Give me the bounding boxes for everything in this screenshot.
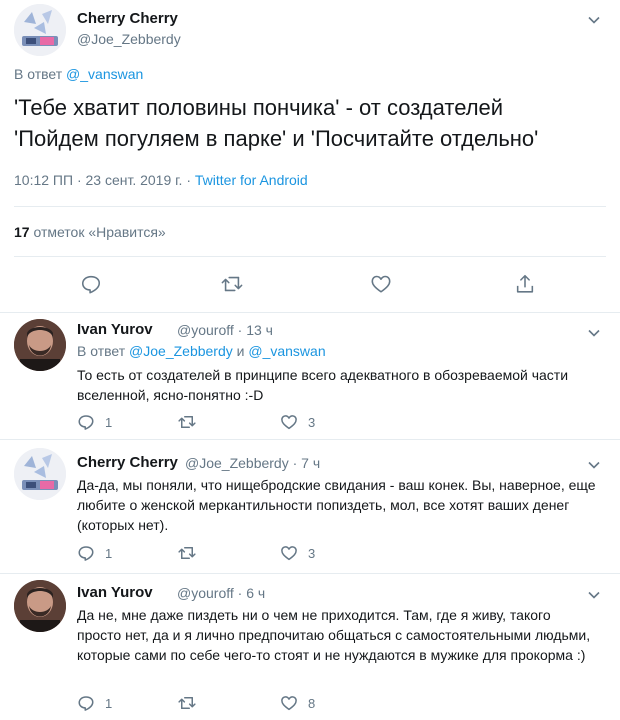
reply-button[interactable]: 1 — [77, 413, 112, 431]
likes-count: 17 — [14, 224, 30, 240]
mention-link[interactable]: @Joe_Zebberdy — [129, 343, 233, 359]
avatar[interactable] — [14, 580, 66, 632]
chevron-down-icon[interactable] — [586, 457, 602, 473]
display-name[interactable]: Ivan Yurov — [77, 321, 153, 338]
chevron-down-icon[interactable] — [586, 325, 602, 341]
reply-context: В ответ @Joe_Zebberdy и @_vanswan — [77, 343, 326, 359]
retweet-icon — [178, 416, 196, 428]
tweet-meta: 10:12 ПП · 23 сент. 2019 г. · Twitter fo… — [14, 172, 308, 188]
mention-link[interactable]: @_vanswan — [66, 66, 143, 82]
reply-prefix: В ответ — [77, 343, 126, 359]
display-name[interactable]: Cherry Cherry — [77, 10, 178, 27]
reply-tweet[interactable]: Ivan Yurov @youroff · 13 ч В ответ @Joe_… — [0, 313, 620, 440]
tweet-text: То есть от создателей в принципе всего а… — [77, 367, 569, 403]
display-name[interactable]: Cherry Cherry — [77, 454, 178, 471]
reply-count: 1 — [105, 414, 113, 430]
tweet-text-line: 'Пойдем погуляем в парке' и 'Посчитайте … — [14, 126, 539, 151]
reply-tweet[interactable]: Ivan Yurov @youroff · 6 ч Да не, мне даж… — [0, 574, 620, 720]
handle-time[interactable]: @Joe_Zebberdy · 7 ч — [185, 455, 320, 471]
tweet-text-line: 'Тебе хватит половины пончика' - от созд… — [14, 95, 504, 120]
reply-button[interactable]: 1 — [77, 694, 112, 712]
retweet-button[interactable] — [220, 273, 244, 295]
like-button[interactable]: 3 — [280, 413, 315, 431]
reply-button[interactable]: 1 — [77, 544, 112, 562]
likes-label: отметок «Нравится» — [29, 224, 166, 240]
reply-prefix: В ответ — [14, 66, 63, 82]
retweet-icon — [221, 276, 243, 292]
main-tweet: Cherry Cherry @Joe_Zebberdy В ответ @_va… — [0, 0, 620, 313]
likes-summary[interactable]: 17 отметок «Нравится» — [14, 224, 166, 240]
source-link[interactable]: Twitter for Android — [195, 172, 308, 188]
retweet-icon — [178, 697, 196, 709]
divider — [14, 256, 606, 257]
timestamp[interactable]: 10:12 ПП · 23 сент. 2019 г. · — [14, 172, 195, 188]
share-icon — [516, 274, 534, 293]
user-handle[interactable]: @Joe_Zebberdy — [77, 31, 181, 47]
share-button[interactable] — [514, 273, 536, 295]
tweet-text: 'Тебе хватит половины пончика' - от созд… — [14, 92, 604, 154]
reply-and: и — [236, 343, 245, 359]
reply-count: 1 — [105, 545, 113, 561]
reply-context: В ответ @_vanswan — [14, 66, 143, 82]
like-button[interactable]: 8 — [280, 694, 315, 712]
mention-link[interactable]: @_vanswan — [248, 343, 325, 359]
tweet-text: Да-да, мы поняли, что нищебродские свида… — [77, 477, 596, 533]
reply-icon — [78, 415, 94, 430]
like-icon — [281, 696, 297, 711]
reply-icon — [81, 275, 101, 294]
reply-tweet[interactable]: Cherry Cherry @Joe_Zebberdy · 7 ч Да-да,… — [0, 440, 620, 574]
reply-icon — [78, 546, 94, 561]
like-count: 3 — [308, 545, 316, 561]
like-icon — [371, 275, 391, 293]
handle-time[interactable]: @youroff · 13 ч — [177, 322, 273, 338]
display-name[interactable]: Ivan Yurov — [77, 584, 153, 601]
chevron-down-icon[interactable] — [586, 12, 602, 28]
retweet-icon — [178, 547, 196, 559]
avatar[interactable] — [14, 448, 66, 500]
reply-count: 1 — [105, 695, 113, 711]
like-icon — [281, 546, 297, 561]
like-icon — [281, 415, 297, 430]
tweet-text: Да не, мне даже пиздеть ни о чем не прих… — [77, 607, 591, 663]
reply-icon — [78, 696, 94, 711]
avatar[interactable] — [14, 4, 66, 56]
like-count: 3 — [308, 414, 316, 430]
chevron-down-icon[interactable] — [586, 587, 602, 603]
handle-time[interactable]: @youroff · 6 ч — [177, 585, 265, 601]
like-count: 8 — [308, 695, 316, 711]
retweet-button[interactable] — [177, 694, 197, 712]
avatar[interactable] — [14, 319, 66, 371]
divider — [14, 206, 606, 207]
reply-button[interactable] — [80, 273, 102, 295]
retweet-button[interactable] — [177, 413, 197, 431]
retweet-button[interactable] — [177, 544, 197, 562]
like-button[interactable] — [370, 273, 392, 295]
like-button[interactable]: 3 — [280, 544, 315, 562]
